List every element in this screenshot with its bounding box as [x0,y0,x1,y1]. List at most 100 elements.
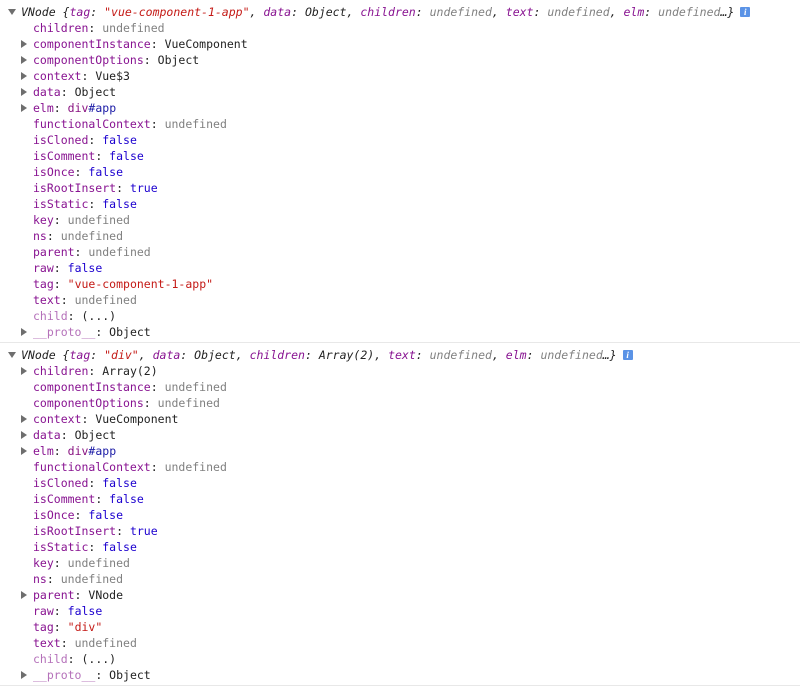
property-key: text [33,636,61,650]
property-key: context [33,412,82,426]
property-key: functionalContext [33,460,151,474]
property-row: isComment: false [33,149,144,163]
property-key: isStatic [33,197,89,211]
expand-triangle-icon[interactable] [21,55,27,64]
collapse-triangle-icon[interactable] [8,8,16,15]
property-row: children: undefined [33,21,165,35]
dom-id: #app [88,101,117,115]
property-row[interactable]: data: Object [0,84,800,100]
property-key: functionalContext [33,117,151,131]
info-icon[interactable]: i [740,6,751,17]
summary-value: undefined [429,348,492,362]
property-value: false [102,133,137,147]
property-row: isComment: false [33,492,144,506]
expand-triangle-icon[interactable] [21,670,27,679]
property-value: false [109,492,144,506]
property-key: componentInstance [33,380,151,394]
property-key: isComment [33,149,96,163]
property-row[interactable]: data: Object [0,427,800,443]
property-row[interactable]: elm: div#app [0,100,800,116]
property-row: functionalContext: undefined [33,117,227,131]
property-value: "vue-component-1-app" [67,277,214,291]
property-value[interactable]: div#app [68,101,116,115]
property-row[interactable]: componentInstance: VueComponent [0,36,800,52]
vnode-summary[interactable]: VNode {tag: "div", data: Object, childre… [0,347,800,363]
summary-value: Object [194,348,236,362]
property-key: isRootInsert [33,181,117,195]
property-value: undefined [164,380,227,394]
property-key: isStatic [33,540,89,554]
summary-value: undefined [658,5,721,19]
expand-triangle-icon[interactable] [21,71,27,80]
vnode-summary[interactable]: VNode {tag: "vue-component-1-app", data:… [0,4,800,20]
summary-text: VNode {tag: "vue-component-1-app", data:… [21,5,735,19]
property-value[interactable]: div#app [68,444,116,458]
property-value: false [102,476,137,490]
property-value: false [88,165,124,179]
property-row[interactable]: parent: VNode [0,587,800,603]
property-value: undefined [67,213,130,227]
property-key: child [33,309,68,323]
property-value: Object [74,428,117,442]
property-key: context [33,69,82,83]
property-value: undefined [102,21,165,35]
property-row[interactable]: context: VueComponent [0,411,800,427]
summary-key: tag [69,5,91,19]
property-row: ns: undefined [33,572,124,586]
dom-tag: div [67,101,89,115]
property-row: isCloned: false [33,133,137,147]
expand-triangle-icon[interactable] [21,414,27,423]
expand-triangle-icon[interactable] [21,446,27,455]
property-row[interactable]: __proto__: Object [0,667,800,683]
property-key: isCloned [33,133,89,147]
expand-triangle-icon[interactable] [21,327,27,336]
property-key: parent [33,588,75,602]
property-key: key [33,556,54,570]
summary-prefix: VNode { [21,5,70,19]
expand-triangle-icon[interactable] [21,430,27,439]
property-value: undefined [164,460,227,474]
property-key: parent [33,245,75,259]
property-value: Array(2) [102,364,158,378]
property-row: isCloned: false [33,476,137,490]
property-key: tag [33,620,54,634]
property-value: VueComponent [95,412,179,426]
property-row[interactable]: elm: div#app [0,443,800,459]
property-key: componentOptions [33,53,144,67]
summary-key: text [388,348,416,362]
property-value: VNode [88,588,124,602]
property-value[interactable]: (...) [81,309,116,323]
property-key: elm [33,101,54,115]
property-value: undefined [164,117,227,131]
summary-prefix: VNode { [21,348,70,362]
expand-triangle-icon[interactable] [21,366,27,375]
expand-triangle-icon[interactable] [21,103,27,112]
summary-key: children [360,5,416,19]
property-key: key [33,213,54,227]
summary-key: elm [505,348,527,362]
property-key: data [33,428,61,442]
property-key: isOnce [33,165,75,179]
property-row[interactable]: context: Vue$3 [0,68,800,84]
summary-value: undefined [429,5,492,19]
property-key: isRootInsert [33,524,117,538]
property-key: children [33,364,89,378]
property-row[interactable]: __proto__: Object [0,324,800,340]
property-row: parent: undefined [33,245,151,259]
property-value[interactable]: (...) [81,652,116,666]
property-row: isOnce: false [33,165,124,179]
expand-triangle-icon[interactable] [21,87,27,96]
property-row[interactable]: componentOptions: Object [0,52,800,68]
summary-key: tag [69,348,91,362]
collapse-triangle-icon[interactable] [8,351,16,358]
expand-triangle-icon[interactable] [21,590,27,599]
info-icon[interactable]: i [622,349,633,360]
summary-value: undefined [540,348,603,362]
dom-tag: div [67,444,89,458]
property-value: Object [109,668,151,682]
expand-triangle-icon[interactable] [21,39,27,48]
property-value: false [102,540,137,554]
property-row[interactable]: children: Array(2) [0,363,800,379]
dom-id: #app [88,444,117,458]
property-key: children [33,21,89,35]
